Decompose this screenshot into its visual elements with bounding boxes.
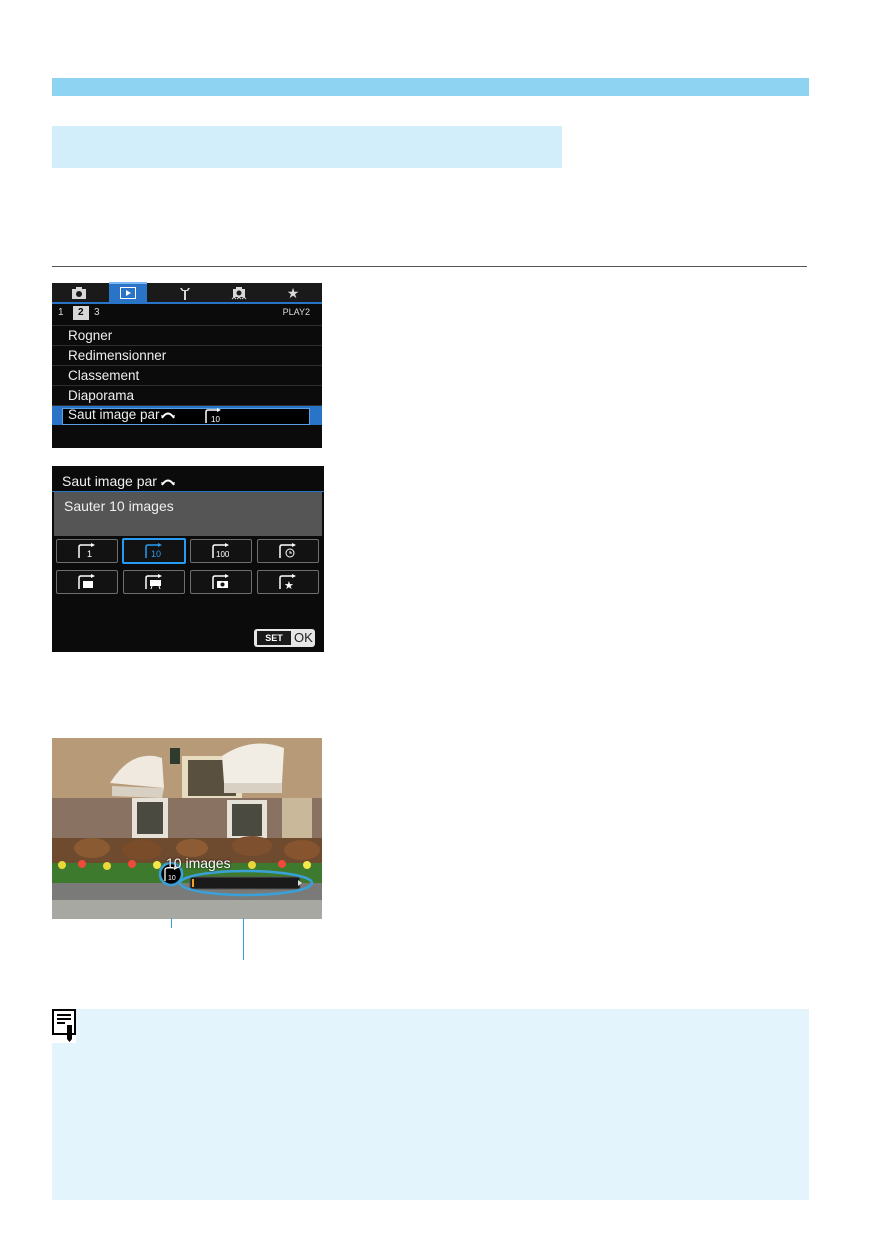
header-bar [52, 78, 809, 96]
menu-item-label: Diaporama [68, 388, 135, 403]
custom-camera-icon [231, 287, 247, 300]
cafe-terrace-image: 10 [52, 738, 322, 919]
subtab-1[interactable]: 1 [58, 307, 64, 318]
set-ok-button[interactable]: SET OK [254, 629, 315, 647]
tab-shooting[interactable] [60, 284, 98, 303]
svg-text:1: 1 [87, 549, 92, 559]
tab-custom[interactable] [220, 284, 258, 303]
menu-page-label: PLAY2 [282, 307, 310, 317]
menu-subtabs: 1 2 3 PLAY2 [52, 304, 322, 322]
jump-setting-screen: Saut image par Sauter 10 images 1 10 100 [52, 466, 324, 652]
option-jump-still[interactable] [190, 570, 252, 594]
jump-description: Sauter 10 images [64, 498, 174, 514]
option-jump-movie[interactable] [123, 570, 185, 594]
memo-icon [52, 1009, 76, 1043]
jump-10-icon: 10 [205, 408, 221, 424]
option-jump-100[interactable]: 100 [190, 539, 252, 563]
subtab-2[interactable]: 2 [73, 306, 89, 320]
jump-100-icon: 100 [212, 543, 230, 559]
option-jump-folder[interactable] [56, 570, 118, 594]
jump-setting-title-text: Saut image par [62, 473, 157, 489]
ok-label: OK [294, 630, 313, 645]
callout-line-icon [171, 918, 172, 928]
camera-icon [72, 287, 86, 299]
jump-progress-fill [192, 879, 194, 887]
menu-item-label: Rogner [68, 328, 113, 343]
callout-line-progress [243, 918, 244, 960]
jump-date-icon [279, 543, 296, 558]
tab-setup[interactable] [166, 284, 204, 303]
tab-mymenu[interactable]: ★ [274, 284, 312, 303]
jump-progress-track [189, 876, 301, 890]
subtab-3[interactable]: 3 [94, 307, 100, 318]
menu-item-label: Classement [68, 368, 140, 383]
svg-text:10: 10 [168, 875, 176, 882]
main-dial-icon [161, 412, 175, 419]
star-icon: ★ [286, 285, 300, 301]
menu-tabs: ★ [52, 282, 322, 303]
playback-icon [120, 287, 136, 299]
menu-item-label: Redimensionner [68, 348, 167, 363]
svg-text:10: 10 [211, 415, 220, 424]
jump-setting-title: Saut image par [62, 473, 175, 489]
jump-rating-icon: ★ [279, 574, 296, 590]
option-jump-rating[interactable]: ★ [257, 570, 319, 594]
jump-still-icon [212, 574, 229, 589]
camera-menu-screen: ★ 1 2 3 PLAY2 Rogner Redimensionner Clas… [52, 282, 322, 448]
jump-description-panel: Sauter 10 images [54, 492, 322, 536]
section-banner [52, 126, 562, 168]
menu-item-rogner[interactable]: Rogner [52, 325, 322, 345]
menu-item-redimensionner[interactable]: Redimensionner [52, 345, 322, 365]
svg-text:100: 100 [216, 550, 230, 559]
menu-item-classement[interactable]: Classement [52, 365, 322, 385]
option-jump-1[interactable]: 1 [56, 539, 118, 563]
menu-item-saut-image[interactable]: Saut image par 10 [52, 405, 322, 425]
main-dial-icon [160, 479, 175, 486]
note-box [52, 1009, 809, 1200]
wrench-icon [180, 288, 190, 300]
option-jump-10[interactable]: 10 [122, 538, 186, 564]
jump-10-icon: 10 [145, 543, 162, 559]
svg-text:★: ★ [284, 579, 294, 590]
jump-amount-overlay: 10 images [166, 855, 231, 871]
option-jump-date[interactable] [257, 539, 319, 563]
divider [52, 266, 807, 267]
jump-folder-icon [78, 574, 95, 589]
menu-item-diaporama[interactable]: Diaporama [52, 385, 322, 405]
playback-photo: 10 [52, 738, 322, 919]
jump-movie-icon [145, 574, 162, 590]
tab-playback[interactable] [109, 282, 147, 303]
set-label: SET [257, 631, 291, 645]
menu-item-label: Saut image par [68, 407, 160, 422]
svg-text:10: 10 [151, 549, 161, 559]
jump-1-icon: 1 [78, 543, 95, 559]
